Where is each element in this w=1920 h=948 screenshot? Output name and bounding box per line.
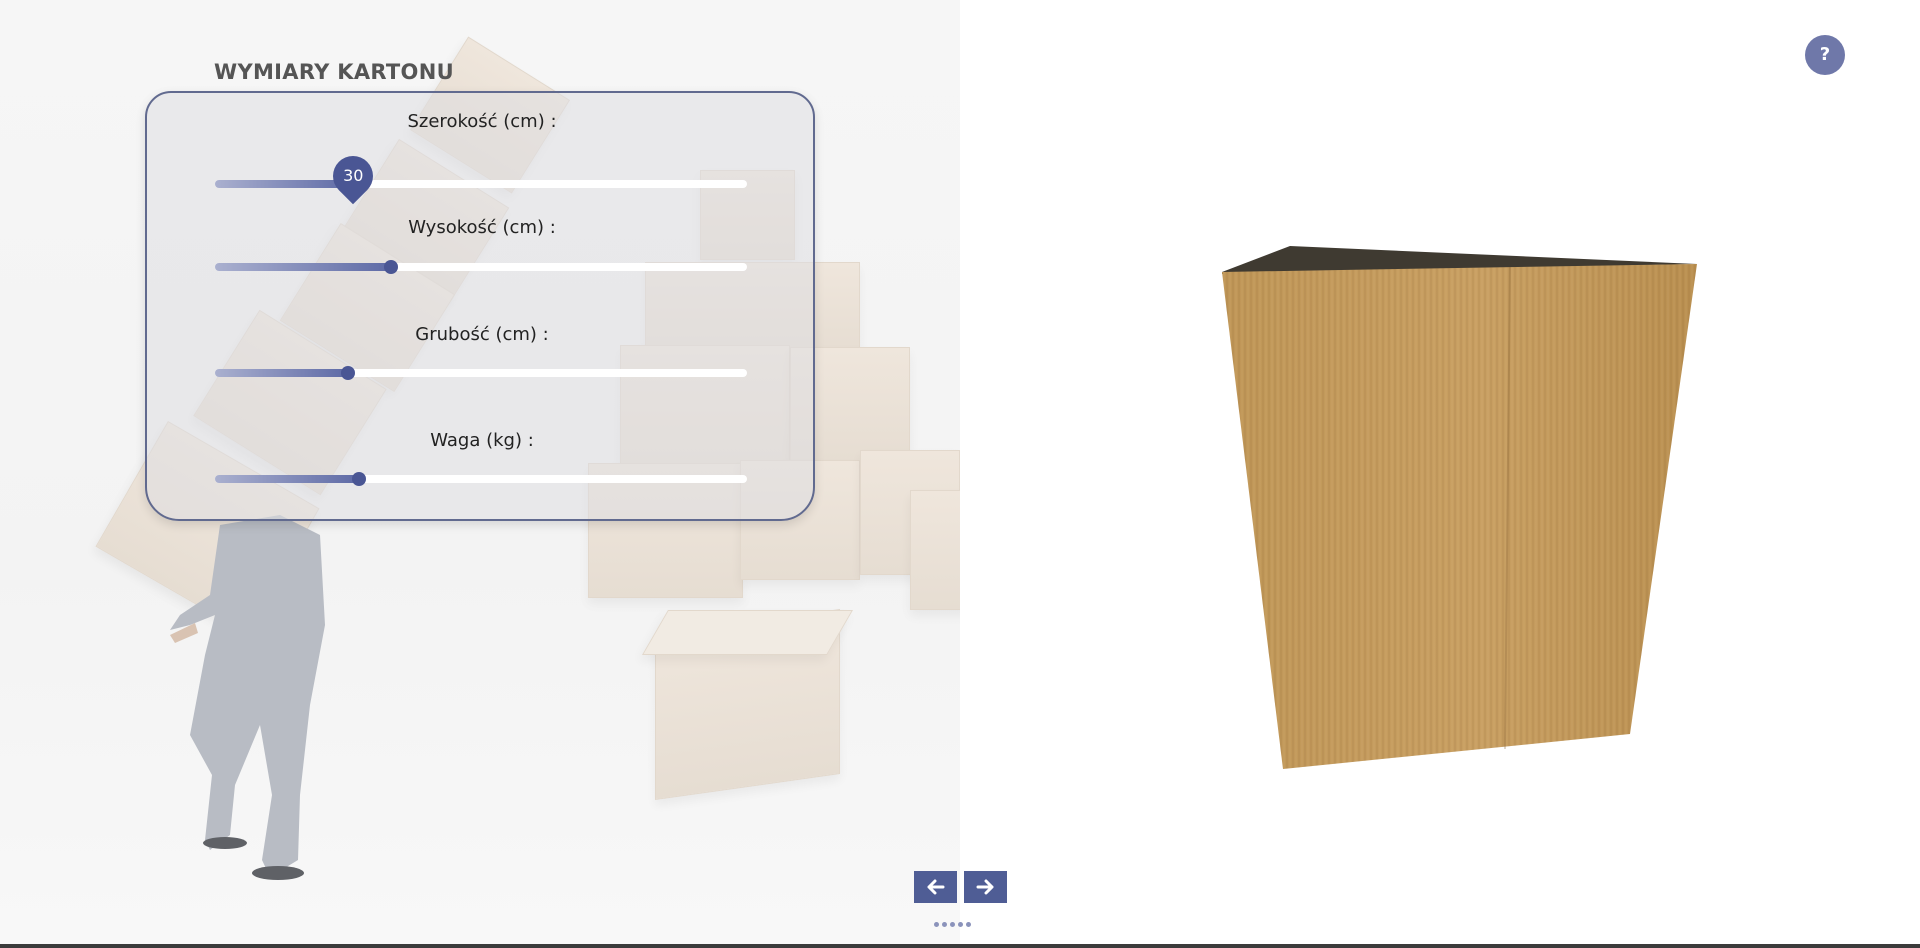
slider-weight-label: Waga (kg) : [430, 430, 534, 451]
slider-thickness-fill [215, 369, 348, 377]
slider-width-value: 30 [343, 166, 364, 185]
next-button[interactable] [964, 871, 1007, 903]
app-stage: WYMIARY KARTONU Szerokość (cm) : 30 Wyso… [0, 0, 1920, 948]
help-button[interactable]: ? [1805, 35, 1845, 75]
slider-weight-handle[interactable] [351, 472, 366, 486]
page-dot[interactable] [950, 922, 955, 927]
page-dots [934, 922, 971, 927]
dimensions-panel: Szerokość (cm) : 30 Wysokość (cm) : Grub… [145, 91, 815, 521]
slider-width-label: Szerokość (cm) : [407, 111, 557, 132]
slider-thickness-label: Grubość (cm) : [415, 324, 549, 345]
panel-title: WYMIARY KARTONU [214, 60, 454, 84]
slider-weight-fill [215, 475, 359, 483]
arrow-right-icon [976, 879, 994, 895]
background-box [642, 610, 853, 655]
background-box [910, 490, 960, 610]
slider-width-track[interactable]: 30 [215, 147, 747, 205]
slider-height-track[interactable] [215, 260, 747, 274]
slider-weight-track[interactable] [215, 472, 747, 486]
slider-height-fill [215, 263, 391, 271]
page-dot[interactable] [958, 922, 963, 927]
page-dot[interactable] [942, 922, 947, 927]
cardboard-box-3d[interactable] [1220, 244, 1700, 769]
page-dot[interactable] [934, 922, 939, 927]
arrow-left-icon [927, 879, 945, 895]
slider-height-handle[interactable] [383, 260, 398, 274]
prev-button[interactable] [914, 871, 957, 903]
page-dot[interactable] [966, 922, 971, 927]
person-illustration [170, 515, 325, 880]
slider-thickness-handle[interactable] [341, 366, 355, 380]
bottom-border [0, 944, 1920, 948]
slider-thickness-track[interactable] [215, 366, 747, 380]
slider-height-label: Wysokość (cm) : [408, 217, 556, 238]
